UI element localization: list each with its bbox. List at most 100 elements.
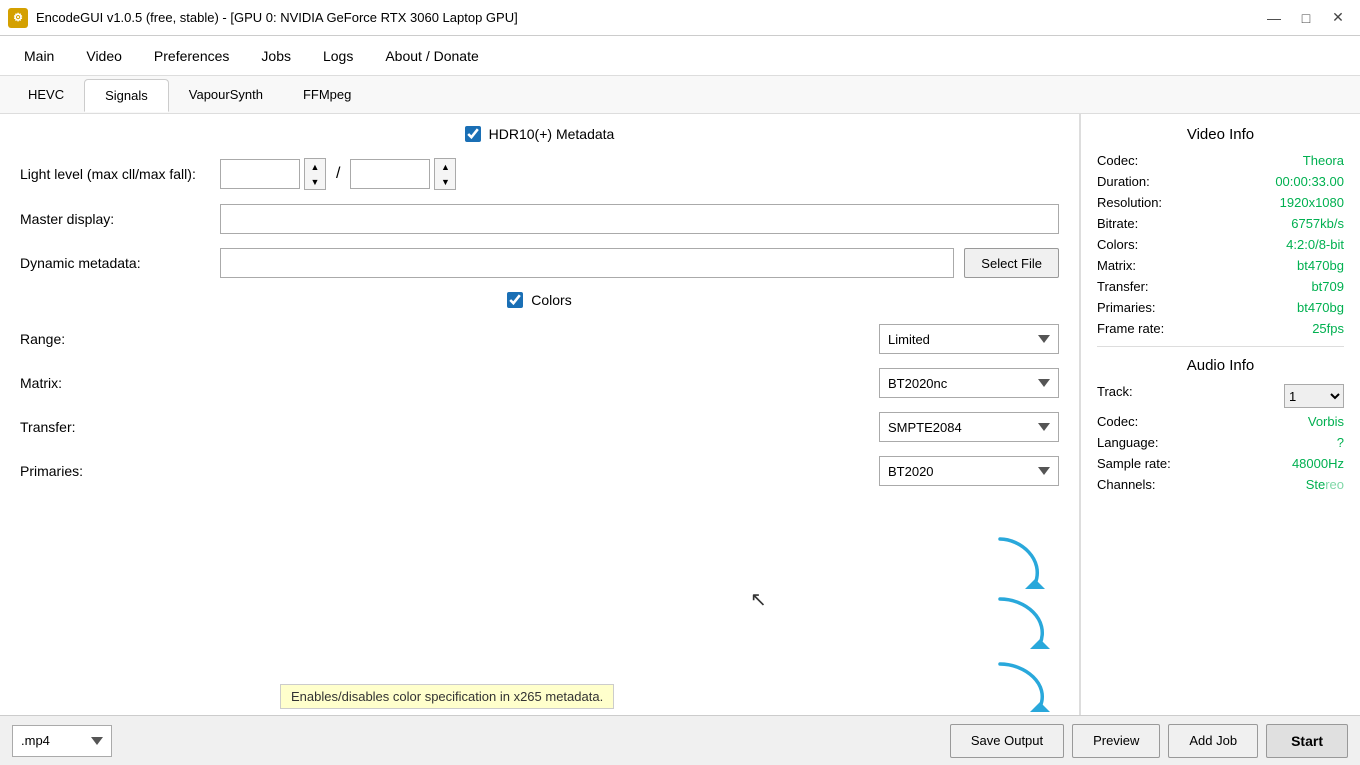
audio-channels-val: Stereo (1306, 477, 1344, 492)
primaries-label: Primaries: (20, 463, 220, 479)
menu-logs[interactable]: Logs (307, 40, 369, 72)
menu-preferences[interactable]: Preferences (138, 40, 245, 72)
hdr-metadata-checkbox[interactable] (465, 126, 481, 142)
transfer-row: Transfer: SMPTE2084 HLG BT709 (16, 412, 1063, 442)
spin-down-1[interactable]: ▼ (305, 174, 325, 189)
preview-button[interactable]: Preview (1072, 724, 1160, 758)
maximize-button[interactable]: □ (1292, 6, 1320, 30)
audio-track-key: Track: (1097, 384, 1133, 408)
info-resolution-row: Resolution: 1920x1080 (1097, 195, 1344, 210)
minimize-button[interactable]: — (1260, 6, 1288, 30)
menu-bar: Main Video Preferences Jobs Logs About /… (0, 36, 1360, 76)
menu-about-donate[interactable]: About / Donate (369, 40, 494, 72)
info-duration-val: 00:00:33.00 (1275, 174, 1344, 189)
info-bitrate-key: Bitrate: (1097, 216, 1138, 231)
info-matrix-key: Matrix: (1097, 258, 1136, 273)
main-layout: HDR10(+) Metadata Light level (max cll/m… (0, 114, 1360, 715)
hdr-metadata-label: HDR10(+) Metadata (489, 126, 615, 142)
info-framerate-key: Frame rate: (1097, 321, 1164, 336)
info-colors-row: Colors: 4:2:0/8-bit (1097, 237, 1344, 252)
audio-track-select[interactable]: 1 2 (1284, 384, 1344, 408)
info-codec-val: Theora (1303, 153, 1344, 168)
info-resolution-val: 1920x1080 (1280, 195, 1344, 210)
info-framerate-val: 25fps (1312, 321, 1344, 336)
info-resolution-key: Resolution: (1097, 195, 1162, 210)
content-wrapper: HDR10(+) Metadata Light level (max cll/m… (0, 114, 1360, 765)
audio-channels-row: Channels: Stereo (1097, 477, 1344, 492)
save-output-button[interactable]: Save Output (950, 724, 1064, 758)
hdr-metadata-section: HDR10(+) Metadata (16, 126, 1063, 142)
app-icon: ⚙ (8, 8, 28, 28)
matrix-row: Matrix: BT2020nc BT709 BT601 (16, 368, 1063, 398)
info-codec-row: Codec: Theora (1097, 153, 1344, 168)
light-level-spinbox-group: 1000 ▲ ▼ / 1 ▲ ▼ (220, 158, 456, 190)
spin-down-2[interactable]: ▼ (435, 174, 455, 189)
bottom-left: .mp4 .mkv .mov (12, 725, 942, 757)
info-primaries-key: Primaries: (1097, 300, 1156, 315)
transfer-select[interactable]: SMPTE2084 HLG BT709 (879, 412, 1059, 442)
audio-info-title: Audio Info (1097, 357, 1344, 374)
content-panel: HDR10(+) Metadata Light level (max cll/m… (0, 114, 1080, 715)
sub-tab-bar: HEVC Signals VapourSynth FFMpeg (0, 76, 1360, 114)
start-button[interactable]: Start (1266, 724, 1348, 758)
close-button[interactable]: ✕ (1324, 6, 1352, 30)
dynamic-metadata-row: Dynamic metadata: Select File (16, 248, 1063, 278)
dynamic-metadata-input[interactable] (220, 248, 954, 278)
audio-codec-row: Codec: Vorbis (1097, 414, 1344, 429)
info-matrix-val: bt470bg (1297, 258, 1344, 273)
matrix-select[interactable]: BT2020nc BT709 BT601 (879, 368, 1059, 398)
info-bitrate-val: 6757kb/s (1291, 216, 1344, 231)
spin-up-1[interactable]: ▲ (305, 159, 325, 174)
info-duration-key: Duration: (1097, 174, 1150, 189)
tab-ffmpeg[interactable]: FFMpeg (283, 79, 371, 110)
audio-samplerate-val: 48000Hz (1292, 456, 1344, 471)
window-controls: — □ ✕ (1260, 6, 1352, 30)
tab-hevc[interactable]: HEVC (8, 79, 84, 110)
light-level-label: Light level (max cll/max fall): (20, 166, 220, 182)
audio-codec-key: Codec: (1097, 414, 1138, 429)
menu-main[interactable]: Main (8, 40, 70, 72)
add-job-button[interactable]: Add Job (1168, 724, 1258, 758)
slash-separator: / (330, 165, 346, 183)
info-framerate-row: Frame rate: 25fps (1097, 321, 1344, 336)
tooltip-text: Enables/disables color specification in … (291, 689, 603, 704)
colors-label: Colors (531, 292, 571, 308)
master-display-input[interactable]: G(13250,34500)B(7500,3000)R(34000,16000)… (220, 204, 1059, 234)
menu-video[interactable]: Video (70, 40, 138, 72)
info-colors-val: 4:2:0/8-bit (1286, 237, 1344, 252)
range-row: Range: Limited Full (16, 324, 1063, 354)
tab-vapoursynth[interactable]: VapourSynth (169, 79, 283, 110)
audio-samplerate-key: Sample rate: (1097, 456, 1171, 471)
info-bitrate-row: Bitrate: 6757kb/s (1097, 216, 1344, 231)
spin-up-2[interactable]: ▲ (435, 159, 455, 174)
colors-checkbox[interactable] (507, 292, 523, 308)
title-bar: ⚙ EncodeGUI v1.0.5 (free, stable) - [GPU… (0, 0, 1360, 36)
tooltip-box: Enables/disables color specification in … (280, 684, 614, 709)
window-title: EncodeGUI v1.0.5 (free, stable) - [GPU 0… (36, 10, 1260, 25)
light-level-input2[interactable]: 1 (350, 159, 430, 189)
format-select[interactable]: .mp4 .mkv .mov (12, 725, 112, 757)
audio-codec-val: Vorbis (1308, 414, 1344, 429)
master-display-label: Master display: (20, 211, 220, 227)
video-info-title: Video Info (1097, 126, 1344, 143)
range-select[interactable]: Limited Full (879, 324, 1059, 354)
primaries-select[interactable]: BT2020 BT709 BT601 (879, 456, 1059, 486)
audio-samplerate-row: Sample rate: 48000Hz (1097, 456, 1344, 471)
info-matrix-row: Matrix: bt470bg (1097, 258, 1344, 273)
bottom-right: Save Output Preview Add Job Start (950, 724, 1348, 758)
light-level-input1[interactable]: 1000 (220, 159, 300, 189)
info-primaries-row: Primaries: bt470bg (1097, 300, 1344, 315)
dynamic-metadata-label: Dynamic metadata: (20, 255, 220, 271)
menu-jobs[interactable]: Jobs (245, 40, 307, 72)
audio-channels-key: Channels: (1097, 477, 1156, 492)
range-label: Range: (20, 331, 220, 347)
audio-language-row: Language: ? (1097, 435, 1344, 450)
select-file-button[interactable]: Select File (964, 248, 1059, 278)
info-transfer-val: bt709 (1311, 279, 1344, 294)
audio-language-key: Language: (1097, 435, 1158, 450)
info-panel: Video Info Codec: Theora Duration: 00:00… (1080, 114, 1360, 715)
light-level-row: Light level (max cll/max fall): 1000 ▲ ▼… (16, 158, 1063, 190)
info-colors-key: Colors: (1097, 237, 1138, 252)
matrix-label: Matrix: (20, 375, 220, 391)
tab-signals[interactable]: Signals (84, 79, 169, 112)
